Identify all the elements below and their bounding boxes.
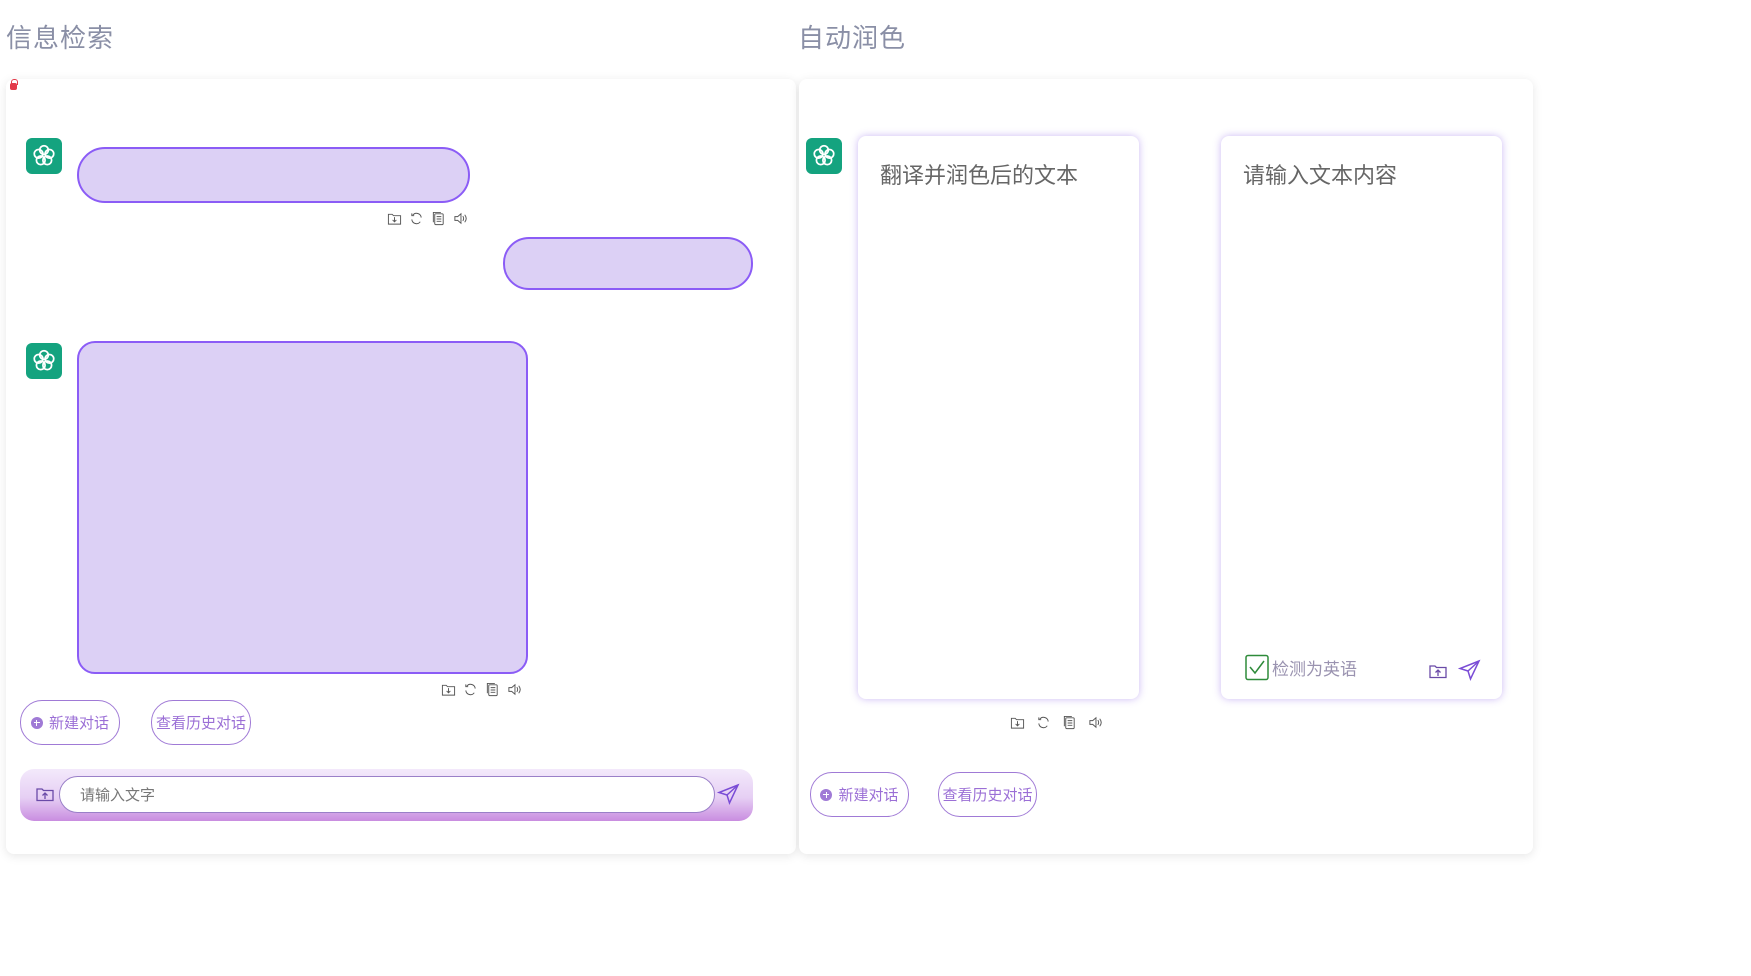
new-chat-button[interactable]: 新建对话 <box>20 700 120 745</box>
copy-icon[interactable] <box>1061 714 1077 730</box>
new-chat-button[interactable]: 新建对话 <box>810 772 909 817</box>
section-title-search: 信息检索 <box>6 24 115 54</box>
polished-output-card: 翻译并润色后的文本 <box>858 136 1139 699</box>
new-chat-label: 新建对话 <box>48 714 109 732</box>
checkbox-checked-icon <box>1245 654 1269 681</box>
chat-text-input[interactable] <box>59 776 715 813</box>
new-chat-label: 新建对话 <box>838 786 899 804</box>
view-history-label: 查看历史对话 <box>942 786 1033 804</box>
message-toolbar <box>386 210 468 226</box>
chat-input-bar <box>20 769 753 821</box>
copy-icon[interactable] <box>484 681 500 697</box>
assistant-avatar <box>26 138 62 174</box>
send-icon[interactable] <box>1457 658 1482 686</box>
view-history-label: 查看历史对话 <box>155 714 246 732</box>
plus-circle-icon <box>30 716 43 729</box>
message-toolbar <box>440 681 522 697</box>
assistant-message-bubble <box>77 147 470 203</box>
text-input-placeholder[interactable]: 请输入文本内容 <box>1243 158 1397 190</box>
user-message-bubble <box>503 237 753 290</box>
assistant-avatar <box>26 343 62 379</box>
text-input-card[interactable]: 请输入文本内容 检测为英语 <box>1221 136 1502 699</box>
speaker-icon[interactable] <box>1087 714 1103 730</box>
refresh-icon[interactable] <box>1035 714 1051 730</box>
save-icon[interactable] <box>1009 714 1025 730</box>
polished-output-text: 翻译并润色后的文本 <box>880 164 1079 189</box>
plus-circle-icon <box>820 788 833 801</box>
send-icon[interactable] <box>716 782 741 810</box>
language-detect: 检测为英语 <box>1245 654 1357 681</box>
lock-icon <box>10 79 18 90</box>
copy-icon[interactable] <box>430 210 446 226</box>
detect-label: 检测为英语 <box>1272 660 1357 680</box>
refresh-icon[interactable] <box>408 210 424 226</box>
upload-folder-icon[interactable] <box>35 784 55 808</box>
openai-logo-icon <box>33 349 55 371</box>
view-history-button[interactable]: 查看历史对话 <box>938 772 1037 817</box>
section-title-polish: 自动润色 <box>798 24 907 54</box>
save-icon[interactable] <box>386 210 402 226</box>
upload-folder-icon[interactable] <box>1428 661 1448 685</box>
openai-logo-icon <box>813 144 835 166</box>
view-history-button[interactable]: 查看历史对话 <box>151 700 251 745</box>
speaker-icon[interactable] <box>506 681 522 697</box>
search-chat-panel: 新建对话 查看历史对话 <box>6 79 796 854</box>
save-icon[interactable] <box>440 681 456 697</box>
polish-panel: 翻译并润色后的文本 请输入文本内容 检测为英语 新建对话 查看历史对话 <box>799 79 1533 854</box>
openai-logo-icon <box>33 144 55 166</box>
assistant-avatar <box>806 138 842 174</box>
speaker-icon[interactable] <box>452 210 468 226</box>
assistant-message-bubble <box>77 341 528 674</box>
refresh-icon[interactable] <box>462 681 478 697</box>
output-toolbar <box>1009 714 1103 730</box>
